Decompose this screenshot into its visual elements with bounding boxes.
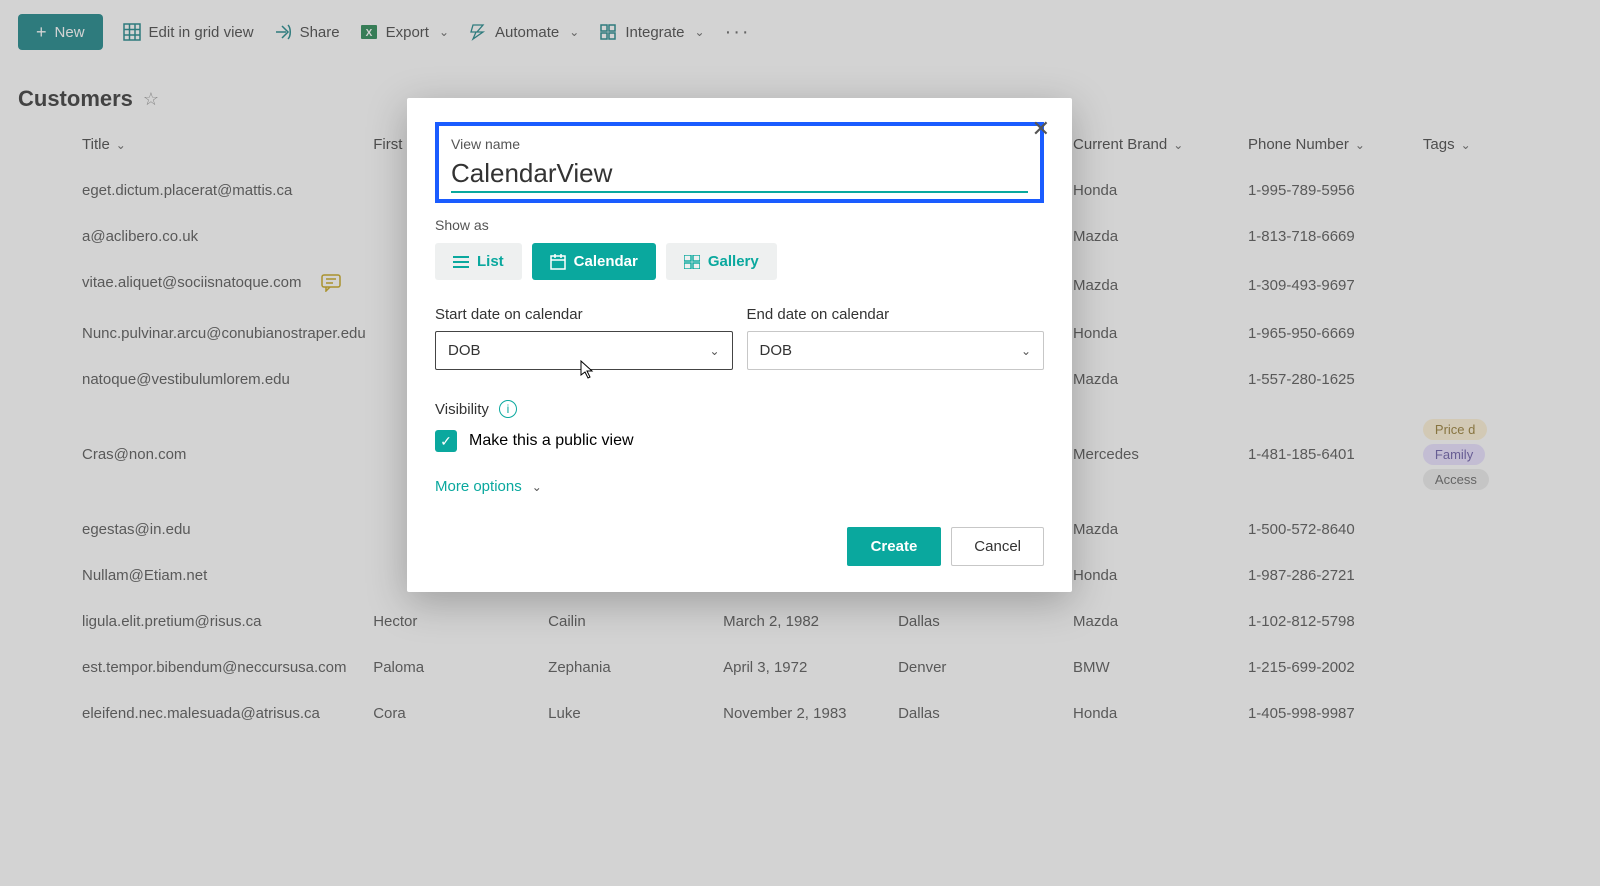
chevron-down-icon: ⌄ (709, 344, 719, 358)
show-as-label: Show as (435, 217, 1044, 233)
chevron-down-icon: ⌄ (1021, 344, 1031, 358)
gallery-text: Gallery (708, 253, 759, 270)
view-name-input[interactable] (451, 154, 1028, 193)
info-icon[interactable]: i (499, 400, 517, 418)
view-name-label: View name (451, 136, 1028, 152)
public-view-row[interactable]: ✓ Make this a public view (435, 430, 1044, 452)
cancel-button[interactable]: Cancel (951, 527, 1044, 566)
chevron-down-icon: ⌄ (532, 480, 542, 494)
visibility-label: Visibility (435, 401, 489, 418)
list-text: List (477, 253, 504, 270)
end-date-col: End date on calendar DOB ⌄ (747, 306, 1045, 370)
public-view-checkbox[interactable]: ✓ (435, 430, 457, 452)
app-root: + New Edit in grid view Share X Export ⌄… (0, 0, 1600, 886)
show-as-group: List Calendar Gallery (435, 243, 1044, 280)
list-icon (453, 255, 469, 269)
start-date-col: Start date on calendar DOB ⌄ (435, 306, 733, 370)
visibility-row: Visibility i (435, 400, 1044, 418)
view-name-highlight: View name (435, 122, 1044, 203)
show-as-gallery-button[interactable]: Gallery (666, 243, 777, 280)
calendar-date-row: Start date on calendar DOB ⌄ End date on… (435, 306, 1044, 370)
show-as-calendar-button[interactable]: Calendar (532, 243, 656, 280)
end-date-value: DOB (760, 342, 793, 359)
create-view-modal: ✕ View name Show as List Calendar Galler… (407, 98, 1072, 592)
start-date-value: DOB (448, 342, 481, 359)
show-as-list-button[interactable]: List (435, 243, 522, 280)
gallery-icon (684, 255, 700, 269)
end-date-label: End date on calendar (747, 306, 1045, 323)
start-date-select[interactable]: DOB ⌄ (435, 331, 733, 370)
calendar-text: Calendar (574, 253, 638, 270)
more-options-toggle[interactable]: More options ⌄ (435, 478, 1044, 495)
close-icon[interactable]: ✕ (1032, 116, 1050, 142)
calendar-icon (550, 254, 566, 270)
more-options-text: More options (435, 478, 522, 495)
create-button[interactable]: Create (847, 527, 942, 566)
end-date-select[interactable]: DOB ⌄ (747, 331, 1045, 370)
modal-buttons: Create Cancel (435, 527, 1044, 566)
start-date-label: Start date on calendar (435, 306, 733, 323)
public-view-text: Make this a public view (469, 432, 634, 450)
